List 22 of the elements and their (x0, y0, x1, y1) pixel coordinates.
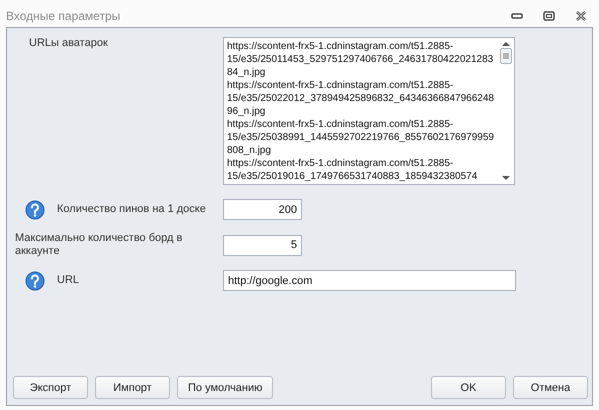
dialog-button[interactable]: Отмена (513, 376, 588, 399)
scroll-down-icon[interactable] (501, 175, 511, 181)
dialog-button[interactable]: По умолчанию (177, 376, 274, 399)
url-line: https://scontent-frx5-1.cdninstagram.com/t51.2885-15/e35/25019016_1749766531740883_1859432380574 (227, 157, 478, 183)
dialog-button[interactable]: Экспорт (13, 376, 88, 399)
field-label: URLы аватарок (29, 37, 108, 50)
input-field[interactable]: http://google.com (223, 270, 516, 291)
text-area[interactable] (223, 37, 515, 185)
dialog-button[interactable]: Импорт (95, 376, 170, 399)
input-field[interactable]: 200 (223, 199, 302, 220)
window-title: Входные параметры (6, 8, 122, 22)
dialog-button[interactable]: OK (431, 376, 506, 399)
input-field[interactable]: 5 (223, 234, 302, 256)
minimize-icon (511, 12, 523, 18)
help-icon[interactable] (25, 200, 45, 220)
close-icon (575, 10, 587, 22)
help-icon[interactable] (25, 270, 45, 290)
field-label: URL (57, 274, 80, 287)
restore-icon (543, 10, 555, 20)
scrollbar-thumb[interactable] (500, 48, 512, 64)
field-label: Максимально количество борд в аккаунте (15, 232, 184, 258)
field-label: Количество пинов на 1 доске (57, 203, 206, 216)
